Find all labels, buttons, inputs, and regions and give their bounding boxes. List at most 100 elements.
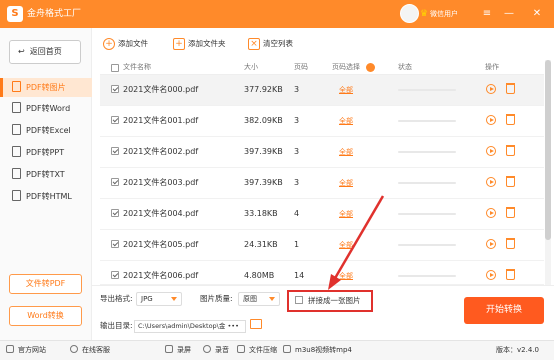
- minimize-icon[interactable]: —: [502, 7, 516, 21]
- merge-images-option[interactable]: 拼接成一张图片: [287, 290, 373, 312]
- file-name: 2021文件名000.pdf: [123, 85, 199, 94]
- sidebar-item-pdf-to-image[interactable]: PDF转图片: [0, 78, 92, 97]
- file-size: 382.09KB: [244, 116, 283, 125]
- table-row[interactable]: 2021文件名005.pdf 24.31KB 1 全部: [100, 230, 544, 261]
- table-row[interactable]: 2021文件名001.pdf 382.09KB 3 全部: [100, 106, 544, 137]
- file-icon: [12, 168, 21, 179]
- add-folder-label: 添加文件夹: [188, 39, 226, 48]
- word-convert-button[interactable]: Word转换: [9, 306, 82, 326]
- page-select-all[interactable]: 全部: [339, 85, 353, 95]
- play-icon[interactable]: [486, 115, 496, 125]
- table-row[interactable]: 2021文件名006.pdf 4.80MB 14 全部: [100, 261, 544, 285]
- row-checkbox[interactable]: [111, 116, 119, 124]
- scrollbar[interactable]: [545, 60, 551, 285]
- official-website-link[interactable]: 官方网站: [6, 341, 46, 360]
- status-bar: 官方网站 在线客服 录屏 录音 文件压缩 m3u8视频转mp4 版本：v2.4.…: [0, 340, 554, 360]
- sidebar-item-pdf-to-txt[interactable]: PDF转TXT: [0, 165, 92, 184]
- play-icon[interactable]: [486, 177, 496, 187]
- m3u8-convert-link[interactable]: m3u8视频转mp4: [283, 341, 352, 360]
- play-icon[interactable]: [486, 146, 496, 156]
- page-select-all[interactable]: 全部: [339, 147, 353, 157]
- sidebar-item-pdf-to-excel[interactable]: PDF转Excel: [0, 121, 92, 140]
- export-format-select[interactable]: JPG: [136, 292, 182, 306]
- row-checkbox[interactable]: [111, 147, 119, 155]
- record-screen-link[interactable]: 录屏: [165, 341, 191, 360]
- m3u8-label: m3u8视频转mp4: [295, 346, 352, 354]
- row-checkbox[interactable]: [111, 178, 119, 186]
- page-select-all[interactable]: 全部: [339, 271, 353, 281]
- back-arrow-icon: ↩: [18, 47, 25, 56]
- row-checkbox[interactable]: [111, 209, 119, 217]
- delete-icon[interactable]: [506, 238, 515, 249]
- row-checkbox[interactable]: [111, 271, 119, 279]
- file-to-pdf-button[interactable]: 文件转PDF: [9, 274, 82, 294]
- clear-icon: ×: [248, 38, 260, 50]
- file-size: 24.31KB: [244, 240, 278, 249]
- table-row[interactable]: 2021文件名003.pdf 397.39KB 3 全部: [100, 168, 544, 199]
- folder-icon[interactable]: [250, 319, 262, 329]
- clear-list-button[interactable]: × 清空列表: [248, 37, 293, 51]
- home-button[interactable]: ↩ 返回首页: [9, 40, 81, 64]
- export-format-value: JPG: [141, 295, 153, 303]
- table-row[interactable]: 2021文件名000.pdf 377.92KB 3 全部: [100, 75, 544, 106]
- progress-bar: [398, 182, 456, 184]
- progress-bar: [398, 275, 456, 277]
- select-all-checkbox[interactable]: [111, 64, 119, 72]
- sidebar-item-pdf-to-word[interactable]: PDF转Word: [0, 99, 92, 118]
- row-checkbox[interactable]: [111, 85, 119, 93]
- home-label: 返回首页: [29, 47, 62, 56]
- page-select-all[interactable]: 全部: [339, 178, 353, 188]
- sidebar-item-pdf-to-ppt[interactable]: PDF转PPT: [0, 143, 92, 162]
- play-icon[interactable]: [486, 208, 496, 218]
- table-row[interactable]: 2021文件名002.pdf 397.39KB 3 全部: [100, 137, 544, 168]
- add-file-button[interactable]: + 添加文件: [103, 37, 148, 51]
- play-icon[interactable]: [486, 270, 496, 280]
- plus-icon: +: [103, 38, 115, 50]
- start-convert-button[interactable]: 开始转换: [464, 297, 544, 324]
- file-size: 377.92KB: [244, 85, 283, 94]
- browse-more-icon[interactable]: •••: [227, 322, 239, 330]
- user-name[interactable]: 微信用户: [430, 8, 458, 20]
- output-path-field[interactable]: C:\Users\admin\Desktop\金 •••: [134, 320, 246, 333]
- folder-add-icon: +: [173, 38, 185, 50]
- file-icon: [12, 124, 21, 135]
- output-dir-label: 输出目录:: [100, 321, 133, 330]
- quality-select[interactable]: 原图: [238, 292, 280, 306]
- scrollbar-thumb[interactable]: [545, 60, 551, 240]
- file-size: 4.80MB: [244, 271, 275, 280]
- file-name: 2021文件名003.pdf: [123, 178, 199, 187]
- delete-icon[interactable]: [506, 207, 515, 218]
- page-select-all[interactable]: 全部: [339, 116, 353, 126]
- version-text: 版本：v2.4.0: [496, 346, 539, 354]
- page-count: 3: [294, 85, 300, 94]
- play-icon[interactable]: [486, 84, 496, 94]
- row-checkbox[interactable]: [111, 240, 119, 248]
- page-count: 3: [294, 147, 300, 156]
- play-icon[interactable]: [486, 239, 496, 249]
- sidebar: ↩ 返回首页 PDF转图片 PDF转Word PDF转Excel PDF转PPT …: [0, 28, 92, 340]
- file-compress-link[interactable]: 文件压缩: [237, 341, 277, 360]
- menu-icon[interactable]: ≡: [480, 7, 494, 21]
- quality-label: 图片质量:: [200, 294, 233, 303]
- delete-icon[interactable]: [506, 269, 515, 280]
- avatar[interactable]: [400, 4, 419, 23]
- table-row[interactable]: 2021文件名004.pdf 33.18KB 4 全部: [100, 199, 544, 230]
- video-icon: [283, 345, 291, 353]
- vip-badge-icon: [366, 63, 375, 72]
- sidebar-item-pdf-to-html[interactable]: PDF转HTML: [0, 187, 92, 206]
- delete-icon[interactable]: [506, 83, 515, 94]
- record-audio-link[interactable]: 录音: [203, 341, 229, 360]
- audio-label: 录音: [215, 346, 229, 354]
- add-folder-button[interactable]: + 添加文件夹: [173, 37, 226, 51]
- page-select-all[interactable]: 全部: [339, 209, 353, 219]
- header-page-select: 页码选择: [332, 63, 360, 71]
- file-name: 2021文件名005.pdf: [123, 240, 199, 249]
- online-service-link[interactable]: 在线客服: [70, 341, 110, 360]
- delete-icon[interactable]: [506, 145, 515, 156]
- delete-icon[interactable]: [506, 176, 515, 187]
- delete-icon[interactable]: [506, 114, 515, 125]
- close-icon[interactable]: ✕: [530, 7, 544, 21]
- page-select-all[interactable]: 全部: [339, 240, 353, 250]
- sidebar-item-label: PDF转HTML: [26, 192, 72, 201]
- merge-checkbox[interactable]: [295, 296, 303, 304]
